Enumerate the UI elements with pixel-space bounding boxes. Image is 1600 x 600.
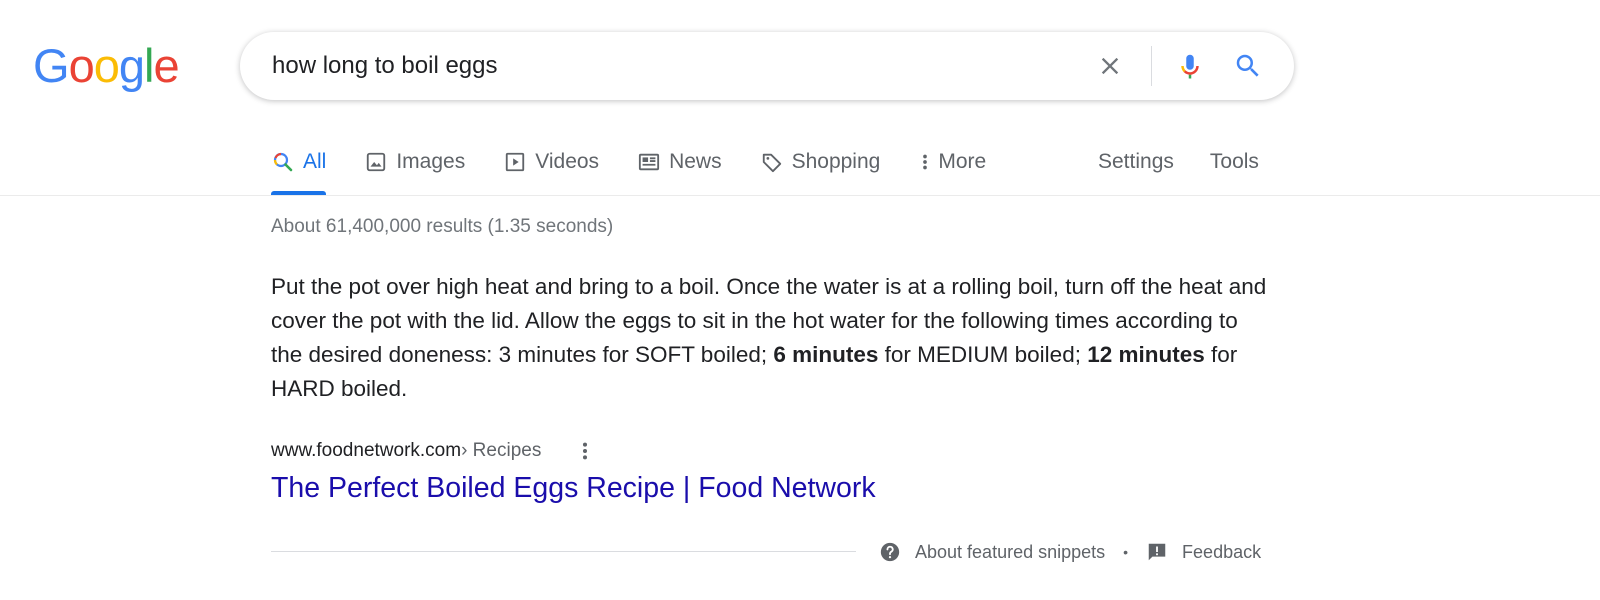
tab-label: All [303, 150, 327, 173]
about-snippets-label: About featured snippets [915, 541, 1106, 562]
search-icon [271, 150, 295, 174]
footer-separator: • [1123, 544, 1129, 560]
tab-all[interactable]: All [271, 142, 327, 195]
tabs-right: Settings Tools [1098, 142, 1259, 182]
tab-shopping[interactable]: Shopping [760, 142, 881, 182]
tab-label: Images [396, 150, 466, 173]
feedback-label: Feedback [1182, 541, 1262, 562]
snippet-bold: 6 minutes [773, 342, 879, 367]
close-icon [1101, 57, 1119, 75]
result-title-link[interactable]: The Perfect Boiled Eggs Recipe | Food Ne… [271, 472, 876, 505]
logo-letter: o [93, 39, 120, 92]
tab-label: More [938, 150, 987, 173]
tag-icon [760, 150, 784, 174]
voice-search-button[interactable] [1170, 46, 1210, 86]
featured-snippet-text: Put the pot over high heat and bring to … [271, 270, 1271, 406]
tab-tools[interactable]: Tools [1210, 142, 1259, 182]
tab-news[interactable]: News [637, 142, 722, 182]
snippet-text: for MEDIUM boiled; [878, 342, 1088, 367]
result-options-button[interactable] [573, 436, 597, 466]
logo-letter: e [153, 39, 179, 92]
play-icon [503, 150, 527, 174]
header-divider [0, 195, 1600, 196]
feedback-link[interactable]: Feedback [1146, 541, 1261, 563]
snippet-bold: 12 minutes [1087, 342, 1205, 367]
search-icon [1236, 54, 1259, 77]
tab-more[interactable]: More [918, 142, 986, 182]
tab-label: Videos [535, 150, 600, 173]
snippet-divider [271, 551, 856, 552]
microphone-icon [1181, 54, 1199, 79]
tab-videos[interactable]: Videos [503, 142, 599, 182]
tab-label: Shopping [791, 150, 881, 173]
search-box-divider [1151, 46, 1152, 86]
about-featured-snippets-link[interactable]: About featured snippets [879, 541, 1105, 563]
search-box [240, 32, 1294, 100]
search-submit-button[interactable] [1228, 46, 1268, 86]
help-icon [879, 541, 901, 563]
result-stats: About 61,400,000 results (1.35 seconds) [271, 216, 614, 237]
newspaper-icon [637, 150, 661, 174]
logo-letter: o [68, 39, 95, 92]
search-tabs: All Images Videos News Shopping More [271, 142, 1024, 196]
logo-letter: G [33, 39, 70, 92]
tab-settings[interactable]: Settings [1098, 142, 1174, 182]
cite-domain: www.foodnetwork.com [271, 440, 462, 461]
cite-breadcrumb: › Recipes [461, 440, 542, 461]
logo-letter: g [118, 39, 145, 92]
feedback-icon [1146, 541, 1168, 563]
clear-search-button[interactable] [1092, 48, 1128, 84]
more-vert-icon [583, 442, 588, 460]
search-input[interactable] [272, 32, 1032, 100]
more-vert-icon [918, 150, 932, 174]
tab-label: News [669, 150, 722, 173]
result-citation: www.foodnetwork.com › Recipes [271, 436, 597, 466]
snippet-footer: About featured snippets • Feedback [879, 537, 1261, 567]
logo-letter: l [143, 39, 155, 92]
google-logo[interactable]: Google [33, 38, 180, 94]
tab-images[interactable]: Images [364, 142, 465, 182]
image-icon [364, 150, 388, 174]
